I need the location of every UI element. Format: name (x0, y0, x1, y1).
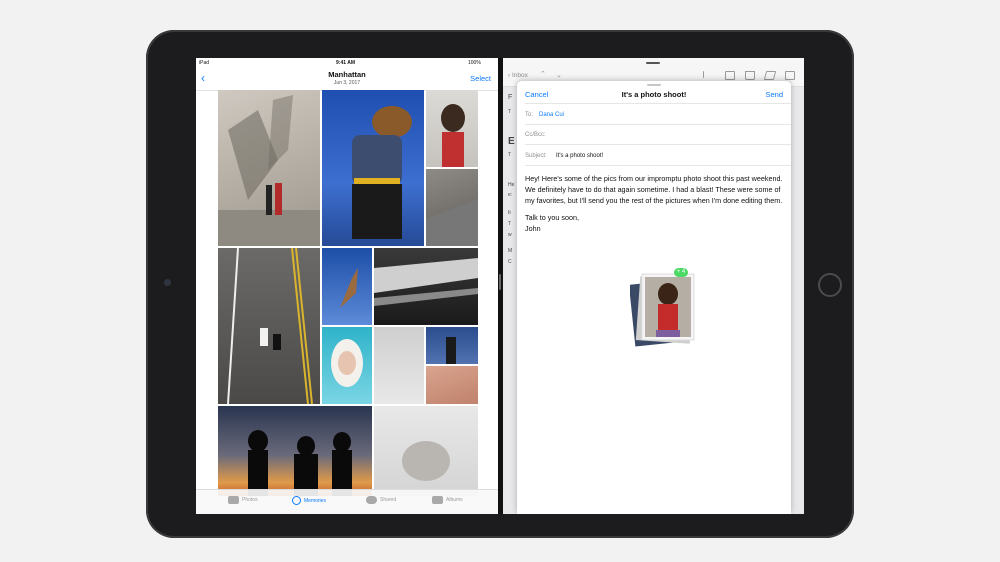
photo-thumbnail[interactable] (322, 90, 424, 246)
tab-label: Shared (380, 497, 397, 503)
tab-label: Photos (242, 497, 258, 503)
bg-message-text: T (508, 152, 512, 158)
photo-rails (374, 258, 478, 306)
flag-icon[interactable] (703, 71, 712, 78)
album-title: Manhattan (328, 70, 366, 79)
tab-shared[interactable]: Shared (366, 496, 396, 504)
dragged-photo-stack[interactable] (628, 272, 700, 352)
photos-tab-bar: Photos Memories Shared Albums (196, 489, 498, 514)
photo-wall-shadow (218, 95, 320, 246)
photo-thumbnail[interactable] (426, 366, 478, 404)
photo-sunset-silhouettes (248, 430, 352, 496)
front-camera (164, 279, 171, 286)
bg-message-text: He (508, 182, 515, 188)
home-button[interactable] (818, 273, 842, 297)
bg-message-text: e: (508, 192, 513, 198)
subject-label: Subject: (525, 153, 547, 159)
photo-thumbnail[interactable] (322, 248, 372, 325)
photo-thumbnail[interactable] (374, 327, 424, 404)
body-signature: John (525, 224, 541, 233)
reply-icon[interactable] (763, 71, 777, 80)
chevron-up-icon[interactable]: ⌃ (540, 70, 546, 78)
photo-portrait (441, 104, 465, 167)
tab-label: Albums (446, 497, 463, 503)
drag-count-badge: + 4 (674, 268, 688, 277)
bg-message-text: w (508, 232, 512, 238)
compose-icon[interactable] (785, 71, 795, 80)
inbox-back-button[interactable]: ‹ Inbox (508, 72, 528, 79)
photo-road (227, 248, 313, 404)
tab-memories[interactable]: Memories (292, 496, 326, 505)
folder-icon[interactable] (725, 71, 735, 80)
photo-grid (218, 90, 478, 496)
photo-thumbnail[interactable] (218, 90, 320, 246)
cloud-icon (366, 496, 377, 504)
album-date: Jun 3, 2017 (333, 80, 361, 86)
slide-over-grabber[interactable] (646, 62, 660, 64)
clock-label: 9:41 AM (336, 60, 355, 66)
photo-person-jump (352, 106, 412, 239)
send-button[interactable]: Send (765, 90, 783, 99)
tab-photos[interactable]: Photos (228, 496, 258, 504)
photo-street (426, 199, 478, 246)
photos-icon (228, 496, 239, 504)
subject-value: It's a photo shoot! (556, 153, 604, 159)
bg-message-text: T (508, 109, 512, 115)
battery-label: 100% (468, 60, 481, 66)
mail-app: ‹ Inbox ⌃ ⌃ F T E T He e: It T w M C Can… (503, 58, 804, 514)
body-signoff: Talk to you soon, (525, 213, 579, 222)
split-view-handle[interactable] (499, 274, 501, 290)
photo-thumbnail[interactable] (426, 169, 478, 246)
photo-thumbnail[interactable] (426, 327, 478, 364)
bg-message-text: C (508, 259, 512, 265)
recipient-token[interactable]: Dana Cui (539, 112, 564, 118)
photo-thumbnail[interactable] (218, 248, 320, 404)
bg-message-text: M (508, 248, 513, 254)
sheet-grabber[interactable] (647, 84, 661, 86)
bg-message-text: It (508, 210, 511, 216)
compose-sheet: Cancel It's a photo shoot! Send To: Dana… (517, 81, 791, 514)
photos-nav-bar: ‹ Manhattan Jun 3, 2017 Select (196, 68, 498, 91)
to-field[interactable]: To: Dana Cui (525, 103, 791, 125)
inbox-label: Inbox (511, 72, 528, 79)
tab-label: Memories (304, 497, 326, 504)
bg-message-text: E (508, 136, 515, 147)
photo-thumbnail[interactable] (426, 90, 478, 167)
photo-blonde-portrait (331, 339, 363, 387)
ccbcc-field[interactable]: Cc/Bcc: (525, 124, 791, 145)
compose-header: Cancel It's a photo shoot! Send (517, 87, 791, 103)
select-button[interactable]: Select (470, 74, 491, 83)
photo-hand (340, 268, 358, 308)
tab-albums[interactable]: Albums (432, 496, 463, 504)
photo-thumbnail[interactable] (374, 406, 478, 496)
albums-icon (432, 496, 443, 504)
message-body[interactable]: Hey! Here's some of the pics from our im… (525, 173, 787, 240)
status-bar: iPad 9:41 AM 100% (196, 58, 498, 68)
photo-thumbnail[interactable] (218, 406, 372, 496)
photo-thumbnail[interactable] (322, 327, 372, 404)
body-paragraph: Hey! Here's some of the pics from our im… (525, 174, 783, 205)
bg-message-text: T (508, 221, 512, 227)
compose-title: It's a photo shoot! (621, 90, 687, 99)
bg-message-text: F (508, 94, 513, 101)
photo-curly-hair (402, 441, 450, 481)
ipad-device: iPad 9:41 AM 100% ‹ Manhattan Jun 3, 201… (146, 30, 854, 538)
carrier-label: iPad (199, 60, 210, 66)
ipad-screen: iPad 9:41 AM 100% ‹ Manhattan Jun 3, 201… (196, 58, 804, 514)
photos-app: iPad 9:41 AM 100% ‹ Manhattan Jun 3, 201… (196, 58, 498, 514)
chevron-down-icon[interactable]: ⌃ (556, 70, 562, 78)
ccbcc-label: Cc/Bcc: (525, 132, 546, 138)
photo-stack-image (628, 273, 695, 347)
memories-icon (292, 496, 301, 505)
trash-icon[interactable] (745, 71, 755, 80)
to-label: To: (525, 112, 534, 118)
subject-field[interactable]: Subject: It's a photo shoot! (525, 145, 791, 166)
photo-silhouette (446, 337, 456, 364)
photo-thumbnail[interactable] (374, 248, 478, 325)
